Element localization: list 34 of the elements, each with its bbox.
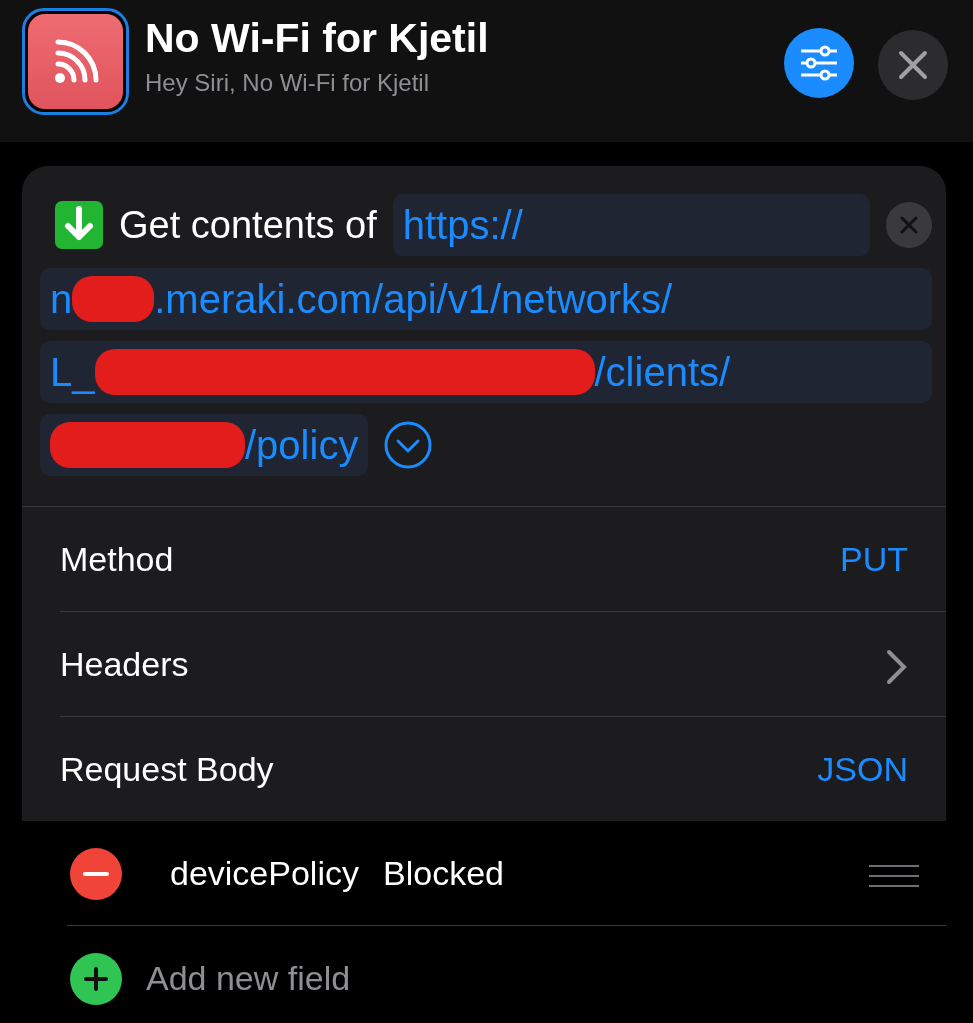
parameter-row[interactable]: Headers [22,612,946,716]
url-field[interactable]: n .meraki.com/api/v1/networks/ [40,268,932,330]
parameter-row[interactable]: Request Body JSON [22,717,946,821]
shortcut-title: No Wi-Fi for Kjetil [145,16,490,62]
action-label: Get contents of [119,202,377,248]
url-field[interactable]: L_ /clients/ [40,341,932,403]
parameter-label: Headers [60,643,189,685]
add-field-button[interactable]: Add new field [146,952,351,1004]
parameter-value[interactable]: PUT [840,533,908,585]
field-value[interactable]: Blocked [383,847,504,899]
url-field[interactable]: https:// [392,194,870,256]
remove-icon[interactable] [70,848,122,900]
parameter-label: Method [60,538,174,580]
url-text: L_ [50,349,95,396]
url-text: /clients/ [594,349,731,396]
download-icon [55,201,103,249]
url-text: .meraki.com/api/v1/networks/ [154,276,673,323]
app-icon[interactable] [22,8,129,115]
close-icon [898,50,928,80]
add-icon[interactable] [70,953,122,1005]
parameter-row[interactable]: Method PUT [22,507,946,611]
parameter-value[interactable]: JSON [817,743,908,795]
url-text: /policy [245,422,359,469]
parameter-label: Request Body [60,748,274,790]
sliders-icon [799,45,839,81]
expand-icon[interactable] [384,421,433,469]
close-icon [900,216,918,234]
url-field[interactable]: /policy [40,414,369,476]
shortcut-subtitle: Hey Siri, No Wi-Fi for Kjetil [145,68,431,99]
chevron-right-icon [886,648,908,685]
url-text: n [50,276,73,323]
field-key[interactable]: devicePolicy [170,847,359,899]
drag-handle-icon[interactable] [868,862,920,889]
url-text: https:// [402,202,523,249]
